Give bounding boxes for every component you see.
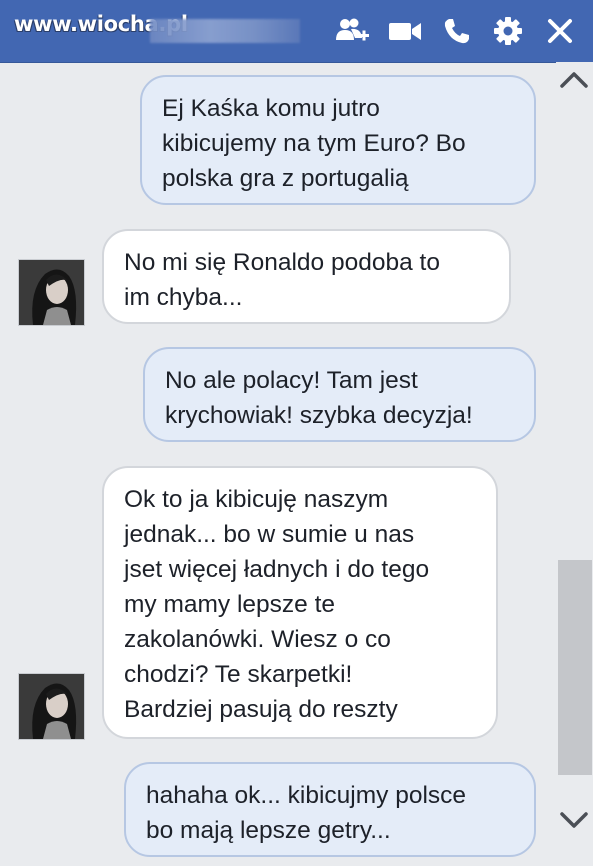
chat-window: www.wiocha.pl Ej Kaśka komu jutro kibicu… [0,0,593,866]
avatar[interactable] [18,673,85,740]
chat-header: www.wiocha.pl [0,0,593,63]
avatar[interactable] [18,259,85,326]
video-call-icon[interactable] [388,14,422,48]
scroll-up-icon[interactable] [558,66,590,94]
message-outgoing[interactable]: No ale polacy! Tam jest krychowiak! szyb… [143,347,536,442]
scrollbar-thumb[interactable] [558,560,592,775]
message-incoming[interactable]: No mi się Ronaldo podoba to im chyba... [102,229,511,324]
message-outgoing[interactable]: Ej Kaśka komu jutro kibicujemy na tym Eu… [140,75,536,205]
phone-icon[interactable] [440,14,474,48]
message-outgoing[interactable]: hahaha ok... kibicujmy polsce bo mają le… [124,762,536,857]
message-incoming[interactable]: Ok to ja kibicuję naszym jednak... bo w … [102,466,498,739]
contact-name-blurred [150,19,300,43]
add-friend-icon[interactable] [335,14,369,48]
scroll-down-icon[interactable] [558,806,590,834]
close-icon[interactable] [543,14,577,48]
gear-icon[interactable] [491,14,525,48]
message-list: Ej Kaśka komu jutro kibicujemy na tym Eu… [0,62,556,866]
